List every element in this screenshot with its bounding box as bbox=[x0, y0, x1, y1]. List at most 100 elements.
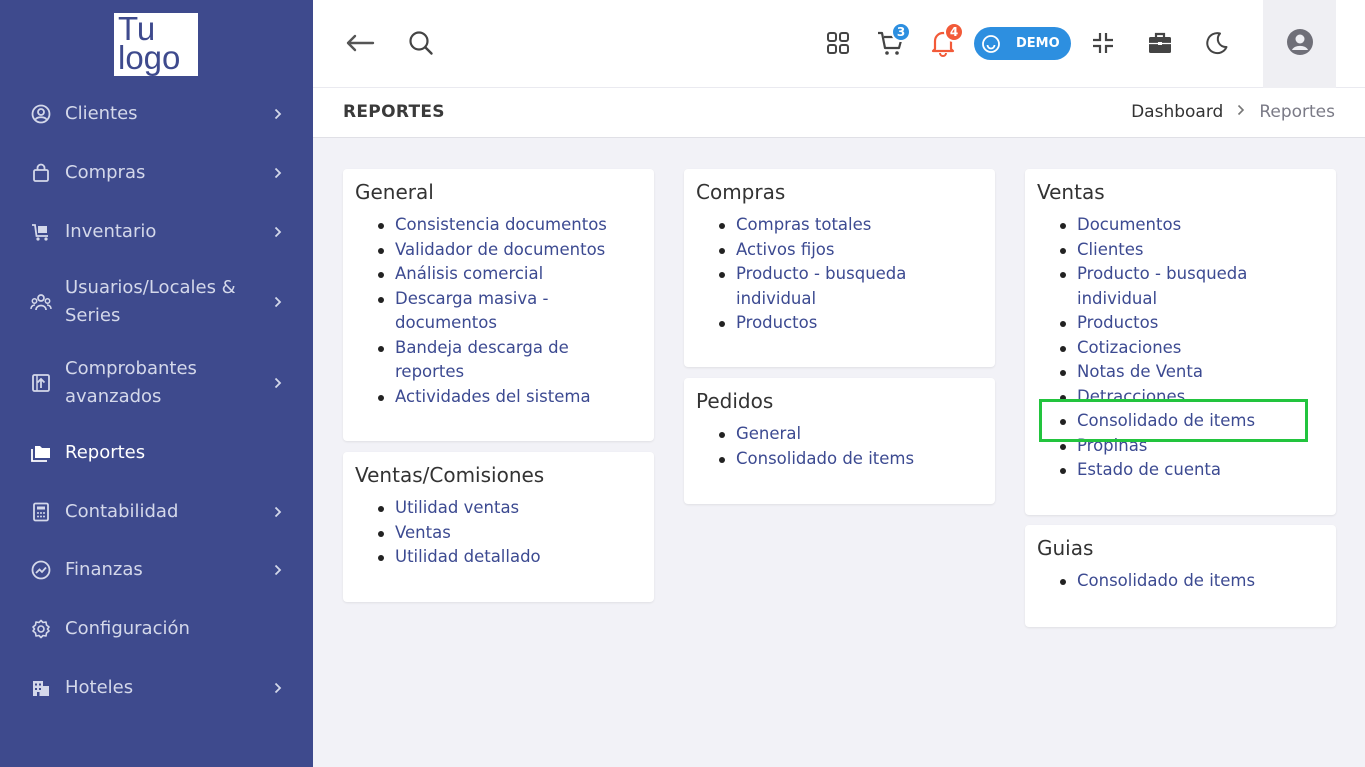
report-link[interactable]: Cotizaciones bbox=[1077, 338, 1181, 357]
notifications-button[interactable]: 4 bbox=[928, 22, 964, 58]
sidebar-item-label: Clientes bbox=[65, 103, 138, 124]
smile-icon bbox=[980, 33, 1002, 55]
report-link[interactable]: Validador de documentos bbox=[395, 240, 605, 259]
company-logo[interactable]: Tu logo bbox=[114, 12, 198, 76]
report-link[interactable]: Productos bbox=[1077, 313, 1158, 332]
gear-icon bbox=[30, 618, 52, 640]
chevron-right-icon bbox=[272, 226, 284, 238]
user-menu-button[interactable] bbox=[1263, 0, 1336, 88]
report-link[interactable]: Activos fijos bbox=[736, 240, 835, 259]
report-link[interactable]: Productos bbox=[736, 313, 817, 332]
sidebar-item-hoteles[interactable]: Hoteles bbox=[0, 674, 313, 702]
demo-toggle-button[interactable]: DEMO bbox=[974, 27, 1071, 60]
notifications-count-badge: 4 bbox=[944, 22, 964, 42]
report-link[interactable]: Consolidado de items bbox=[736, 449, 914, 468]
shopping-bag-icon bbox=[30, 162, 52, 184]
list-item: Ventas bbox=[378, 521, 635, 546]
page-header: REPORTES Dashboard Reportes bbox=[313, 88, 1365, 138]
report-link[interactable]: Actividades del sistema bbox=[395, 387, 591, 406]
calculator-icon bbox=[30, 501, 52, 523]
breadcrumb: Dashboard Reportes bbox=[1131, 102, 1335, 122]
report-link[interactable]: Utilidad ventas bbox=[395, 498, 519, 517]
sidebar-item-reportes[interactable]: Reportes bbox=[0, 439, 313, 467]
cart-button[interactable]: 3 bbox=[875, 22, 911, 58]
breadcrumb-dashboard-link[interactable]: Dashboard bbox=[1131, 102, 1223, 122]
sidebar-item-comprobantes[interactable]: Comprobantes avanzados bbox=[0, 355, 313, 411]
sidebar-item-compras[interactable]: Compras bbox=[0, 159, 313, 187]
report-link[interactable]: Estado de cuenta bbox=[1077, 460, 1221, 479]
chevron-right-icon bbox=[272, 167, 284, 179]
moon-icon[interactable] bbox=[1202, 28, 1232, 58]
list-item: Actividades del sistema bbox=[378, 385, 625, 410]
sidebar-item-label: Usuarios/Locales & Series bbox=[65, 277, 236, 326]
trend-circle-icon bbox=[30, 559, 52, 581]
back-arrow-icon[interactable] bbox=[345, 28, 375, 58]
list-item: Producto - busqueda individual bbox=[1060, 262, 1287, 311]
list-item: Consistencia documentos bbox=[378, 213, 625, 238]
list-item: Descarga masiva - documentos bbox=[378, 287, 625, 336]
sidebar-item-usuarios[interactable]: Usuarios/Locales & Series bbox=[0, 274, 313, 330]
breadcrumb-current: Reportes bbox=[1259, 102, 1335, 122]
report-link[interactable]: Descarga masiva - documentos bbox=[395, 289, 548, 333]
card-title: Compras bbox=[696, 180, 786, 204]
apps-grid-icon[interactable] bbox=[823, 28, 853, 58]
chevron-right-icon bbox=[272, 296, 284, 308]
topbar: 3 4 DEMO bbox=[313, 0, 1365, 88]
sidebar-item-contabilidad[interactable]: Contabilidad bbox=[0, 498, 313, 526]
list-item: Productos bbox=[1060, 311, 1287, 336]
sidebar-item-label: Finanzas bbox=[65, 559, 143, 580]
report-list: Consolidado de items bbox=[1060, 569, 1317, 594]
report-link[interactable]: Análisis comercial bbox=[395, 264, 543, 283]
report-link[interactable]: Utilidad detallado bbox=[395, 547, 541, 566]
chevron-right-icon bbox=[272, 682, 284, 694]
report-link[interactable]: Bandeja descarga de reportes bbox=[395, 338, 569, 382]
card-title: Ventas bbox=[1037, 180, 1105, 204]
card-guias: Guias Consolidado de items bbox=[1025, 525, 1336, 627]
search-icon[interactable] bbox=[406, 28, 436, 58]
sidebar-item-inventario[interactable]: Inventario bbox=[0, 218, 313, 246]
report-link[interactable]: Consistencia documentos bbox=[395, 215, 607, 234]
cart-dolly-icon bbox=[30, 221, 52, 243]
briefcase-icon[interactable] bbox=[1145, 28, 1175, 58]
report-link[interactable]: Producto - busqueda individual bbox=[736, 264, 906, 308]
folders-icon bbox=[30, 442, 52, 464]
report-link[interactable]: Notas de Venta bbox=[1077, 362, 1203, 381]
report-link[interactable]: General bbox=[736, 424, 801, 443]
report-link[interactable]: Documentos bbox=[1077, 215, 1181, 234]
list-item: Notas de Venta bbox=[1060, 360, 1287, 385]
sidebar-item-finanzas[interactable]: Finanzas bbox=[0, 556, 313, 584]
report-link[interactable]: Compras totales bbox=[736, 215, 871, 234]
sidebar: Tu logo Clientes Compras Inventario Usua… bbox=[0, 0, 313, 767]
report-link[interactable]: Clientes bbox=[1077, 240, 1144, 259]
report-link[interactable]: Producto - busqueda individual bbox=[1077, 264, 1247, 308]
list-item: Productos bbox=[719, 311, 936, 336]
sidebar-item-label: Contabilidad bbox=[65, 501, 179, 522]
report-link[interactable]: Consolidado de items bbox=[1077, 571, 1255, 590]
list-item: Activos fijos bbox=[719, 238, 936, 263]
sidebar-item-label: Inventario bbox=[65, 221, 157, 242]
list-item: Utilidad detallado bbox=[378, 545, 635, 570]
cart-count-badge: 3 bbox=[891, 22, 911, 42]
list-item: Estado de cuenta bbox=[1060, 458, 1287, 483]
card-pedidos: Pedidos General Consolidado de items bbox=[684, 378, 995, 504]
list-item: Validador de documentos bbox=[378, 238, 625, 263]
card-ventas-comisiones: Ventas/Comisiones Utilidad ventas Ventas… bbox=[343, 452, 654, 602]
list-item: Bandeja descarga de reportes bbox=[378, 336, 625, 385]
list-item: Consolidado de items bbox=[1060, 569, 1317, 594]
sidebar-item-clientes[interactable]: Clientes bbox=[0, 100, 313, 128]
list-item: Análisis comercial bbox=[378, 262, 625, 287]
list-item: Producto - busqueda individual bbox=[719, 262, 936, 311]
card-title: General bbox=[355, 180, 434, 204]
chevron-right-icon bbox=[272, 108, 284, 120]
report-list: Compras totales Activos fijos Producto -… bbox=[719, 213, 936, 336]
card-title: Ventas/Comisiones bbox=[355, 463, 545, 487]
list-item: Utilidad ventas bbox=[378, 496, 635, 521]
highlight-box bbox=[1039, 399, 1308, 442]
report-link[interactable]: Ventas bbox=[395, 523, 451, 542]
sidebar-item-configuracion[interactable]: Configuración bbox=[0, 615, 313, 643]
compress-icon[interactable] bbox=[1088, 28, 1118, 58]
list-item: Clientes bbox=[1060, 238, 1287, 263]
report-list: Consistencia documentos Validador de doc… bbox=[378, 213, 625, 410]
list-item: Cotizaciones bbox=[1060, 336, 1287, 361]
card-title: Guias bbox=[1037, 536, 1094, 560]
